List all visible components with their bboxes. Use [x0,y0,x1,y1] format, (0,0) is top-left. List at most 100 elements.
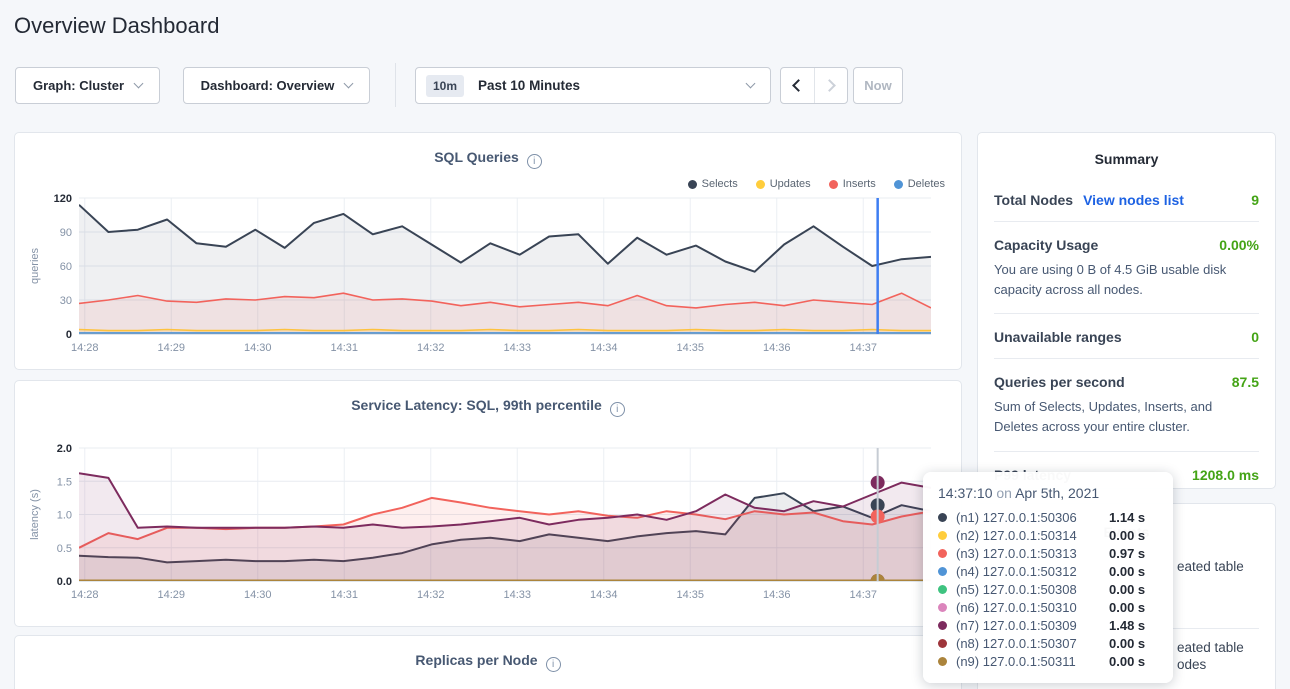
tooltip-row-n6: (n6) 127.0.0.1:50310 0.00 s [938,598,1159,616]
svg-text:14:30: 14:30 [244,342,272,354]
updates-dot-icon [756,180,765,189]
sql-queries-chart-card: 0 30 60 90 120 14:28 14:29 14:30 14:31 14:32 14:33… [14,132,962,370]
legend-item-updates[interactable]: Updates [756,178,811,190]
node-color-dot-icon [938,603,947,612]
svg-text:2.0: 2.0 [57,443,72,455]
service-latency-plot[interactable]: 0.00.51.01.52.014:2814:2914:3014:3114:32… [15,381,961,626]
controls-divider [395,63,396,107]
node-color-dot-icon [938,549,947,558]
chevron-down-icon [134,79,144,89]
queries-per-second-description: Sum of Selects, Updates, Inserts, and De… [994,397,1259,450]
svg-text:120: 120 [54,193,72,205]
sql-queries-title: SQL Queriesi [15,149,961,169]
graph-selector-label: Graph: Cluster [33,78,124,93]
legend-item-selects[interactable]: Selects [688,178,738,190]
time-range-dropdown[interactable]: 10m Past 10 Minutes [415,67,771,104]
capacity-usage-value: 0.00% [1219,237,1259,253]
svg-text:14:37: 14:37 [849,589,877,601]
svg-text:14:32: 14:32 [417,589,445,601]
tooltip-row-n9: (n9) 127.0.0.1:50311 0.00 s [938,652,1159,670]
tooltip-row-n4: (n4) 127.0.0.1:50312 0.00 s [938,562,1159,580]
tooltip-row-n3: (n3) 127.0.0.1:50313 0.97 s [938,544,1159,562]
unavailable-ranges-value: 0 [1251,329,1259,345]
tooltip-row-n8: (n8) 127.0.0.1:50307 0.00 s [938,634,1159,652]
now-button-label: Now [864,78,891,93]
legend-item-inserts[interactable]: Inserts [829,178,876,190]
node-color-dot-icon [938,621,947,630]
tooltip-row-n5: (n5) 127.0.0.1:50308 0.00 s [938,580,1159,598]
tooltip-timestamp: 14:37:10 on Apr 5th, 2021 [938,485,1159,501]
unavailable-ranges-label: Unavailable ranges [994,329,1122,345]
queries-per-second-label: Queries per second [994,374,1125,390]
svg-text:14:31: 14:31 [330,342,358,354]
next-time-button[interactable] [814,68,848,103]
replicas-per-node-chart-card: Replicas per Nodei [14,635,962,689]
inserts-dot-icon [829,180,838,189]
svg-text:14:30: 14:30 [244,589,272,601]
svg-text:14:29: 14:29 [157,342,185,354]
service-latency-chart-card: 0.00.51.01.52.014:2814:2914:3014:3114:32… [14,380,962,627]
svg-text:14:34: 14:34 [590,589,618,601]
chevron-left-icon [792,79,805,92]
capacity-usage-label: Capacity Usage [994,237,1098,253]
event-item-fragment[interactable]: odes [1177,657,1206,672]
svg-text:14:33: 14:33 [503,589,531,601]
node-color-dot-icon [938,639,947,648]
svg-text:14:31: 14:31 [330,589,358,601]
total-nodes-label: Total Nodes [994,192,1073,208]
page-title: Overview Dashboard [14,13,219,39]
graph-selector-dropdown[interactable]: Graph: Cluster [15,67,160,104]
info-icon[interactable]: i [546,657,561,672]
tooltip-row-n1: (n1) 127.0.0.1:50306 1.14 s [938,508,1159,526]
dashboard-selector-dropdown[interactable]: Dashboard: Overview [183,67,370,104]
node-color-dot-icon [938,657,947,666]
svg-text:14:35: 14:35 [676,589,704,601]
view-nodes-list-link[interactable]: View nodes list [1083,192,1184,208]
chevron-down-icon [344,79,354,89]
node-color-dot-icon [938,585,947,594]
svg-text:14:32: 14:32 [417,342,445,354]
svg-text:90: 90 [60,227,72,239]
svg-text:latency (s): latency (s) [29,489,41,540]
node-color-dot-icon [938,567,947,576]
summary-title: Summary [994,133,1259,177]
svg-text:14:33: 14:33 [503,342,531,354]
node-color-dot-icon [938,513,947,522]
legend-item-deletes[interactable]: Deletes [894,178,945,190]
event-item-fragment[interactable]: eated table [1177,559,1244,574]
time-range-label: Past 10 Minutes [478,78,747,93]
dashboard-selector-label: Dashboard: Overview [201,78,335,93]
chart-hover-tooltip: 14:37:10 on Apr 5th, 2021 (n1) 127.0.0.1… [923,472,1173,683]
svg-text:0.5: 0.5 [57,543,72,555]
prev-time-button[interactable] [781,68,814,103]
svg-text:14:36: 14:36 [763,342,791,354]
overview-dashboard-page: Overview Dashboard Graph: Cluster Dashbo… [0,0,1290,689]
svg-text:14:28: 14:28 [71,342,99,354]
event-item-fragment[interactable]: eated table [1177,640,1244,655]
deletes-dot-icon [894,180,903,189]
time-nav-group [780,67,848,104]
svg-text:60: 60 [60,261,72,273]
capacity-usage-description: You are using 0 B of 4.5 GiB usable disk… [994,260,1259,313]
svg-text:14:29: 14:29 [157,589,185,601]
now-button[interactable]: Now [853,67,903,104]
total-nodes-value: 9 [1251,192,1259,208]
tooltip-row-n7: (n7) 127.0.0.1:50309 1.48 s [938,616,1159,634]
chevron-right-icon [823,79,836,92]
summary-panel: Summary Total Nodes View nodes list 9 Ca… [977,132,1276,489]
svg-text:queries: queries [29,247,41,284]
svg-text:0: 0 [66,329,72,341]
tooltip-row-n2: (n2) 127.0.0.1:50314 0.00 s [938,526,1159,544]
selects-dot-icon [688,180,697,189]
info-icon[interactable]: i [527,154,542,169]
node-color-dot-icon [938,531,947,540]
info-icon[interactable]: i [610,402,625,417]
svg-text:14:35: 14:35 [676,342,704,354]
time-range-badge: 10m [426,75,464,97]
svg-text:14:28: 14:28 [71,589,99,601]
unavailable-ranges-row: Unavailable ranges 0 [994,313,1259,358]
svg-text:30: 30 [60,295,72,307]
queries-per-second-value: 87.5 [1232,374,1259,390]
total-nodes-row: Total Nodes View nodes list 9 [994,177,1259,221]
p99-latency-value: 1208.0 ms [1192,467,1259,483]
